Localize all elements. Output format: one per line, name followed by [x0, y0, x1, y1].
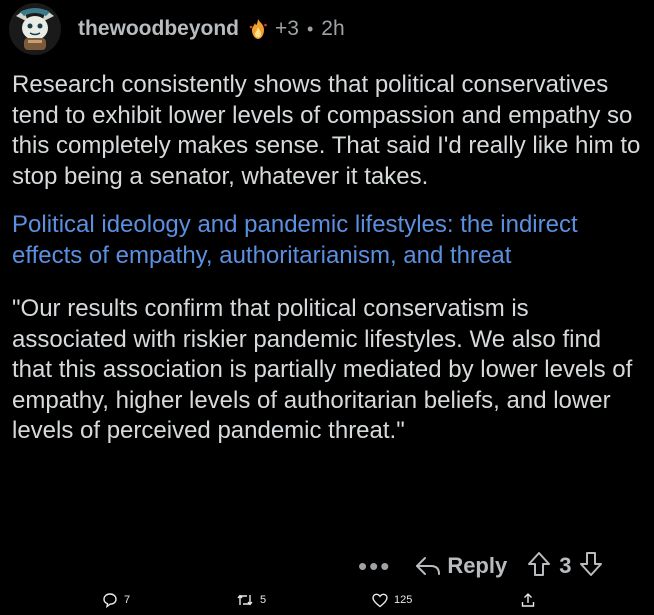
- reply-arrow-icon: [416, 557, 441, 575]
- share-button[interactable]: [520, 592, 536, 608]
- quoted-text: "Our results confirm that political cons…: [12, 295, 633, 444]
- like-count: 125: [394, 594, 413, 606]
- comment-paragraph: Research consistently shows that politic…: [12, 71, 641, 190]
- article-link[interactable]: Political ideology and pandemic lifestyl…: [12, 210, 642, 271]
- flame-award-icon[interactable]: [247, 18, 269, 40]
- tweet-action-bar: 7 5 125: [0, 585, 654, 615]
- reply-button[interactable]: Reply: [415, 553, 507, 579]
- reply-count-button[interactable]: 7: [102, 592, 130, 608]
- upvote-arrow-icon[interactable]: [527, 551, 551, 582]
- repost-icon: [237, 594, 253, 606]
- comment-actions: ••• Reply 3: [350, 547, 650, 585]
- avatar-icon: [9, 3, 61, 55]
- more-options-button[interactable]: •••: [358, 551, 391, 582]
- comment-bubble-icon: [103, 593, 117, 608]
- meta-separator: •: [306, 18, 314, 39]
- vote-score: 3: [559, 553, 572, 578]
- reply-label: Reply: [447, 553, 508, 578]
- like-count-button[interactable]: 125: [372, 593, 412, 608]
- vote-controls: 3: [527, 551, 603, 582]
- repost-count: 5: [260, 594, 267, 606]
- timestamp: 2h: [321, 17, 345, 40]
- heart-icon: [372, 593, 388, 607]
- reply-count: 7: [124, 594, 131, 606]
- comment-body: Research consistently shows that politic…: [12, 70, 642, 447]
- downvote-arrow-icon[interactable]: [579, 551, 603, 582]
- share-icon: [521, 593, 535, 607]
- avatar[interactable]: [6, 2, 64, 56]
- username[interactable]: thewoodbeyond: [78, 17, 239, 41]
- repost-count-button[interactable]: 5: [236, 592, 266, 608]
- comment-header: thewoodbeyond +3 • 2h: [6, 2, 646, 56]
- award-count: +3: [275, 17, 299, 40]
